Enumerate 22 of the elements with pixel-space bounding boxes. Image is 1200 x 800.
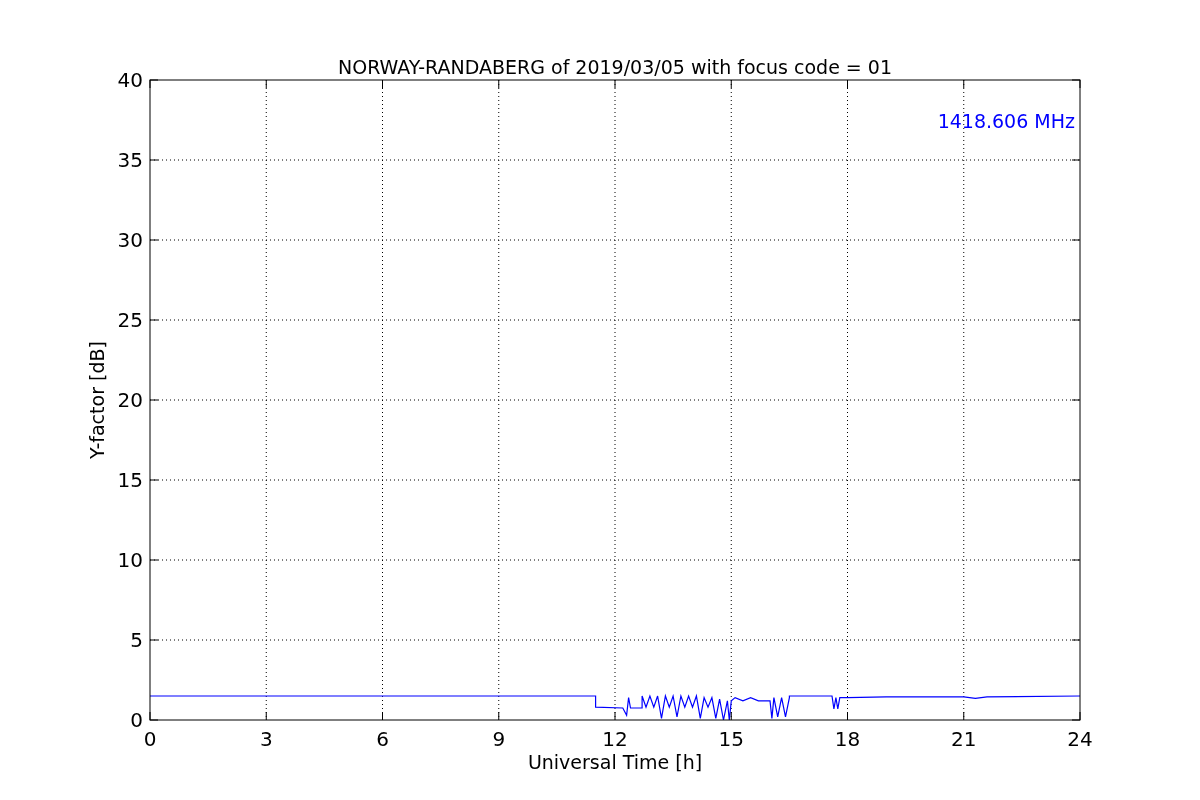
series-label: 1418.606 MHz [937, 110, 1075, 132]
x-tick-label: 9 [492, 727, 506, 751]
x-tick-label: 3 [259, 727, 273, 751]
y-tick-label: 10 [117, 548, 143, 572]
x-axis-label: Universal Time [h] [527, 751, 703, 773]
x-tick-label: 12 [602, 727, 628, 751]
x-tick-label: 18 [834, 727, 861, 751]
x-tick-label: 21 [951, 727, 977, 751]
x-tick-label: 0 [143, 727, 157, 751]
x-tick-label: 15 [718, 727, 744, 751]
x-tick-label: 24 [1067, 727, 1093, 751]
y-tick-label: 15 [117, 468, 143, 492]
y-tick-label: 20 [117, 388, 143, 412]
y-tick-label: 30 [117, 228, 143, 252]
y-tick-label: 35 [117, 148, 143, 172]
y-tick-label: 5 [130, 628, 143, 652]
x-tick-label: 6 [376, 727, 389, 751]
y-tick-label: 0 [130, 708, 143, 732]
y-tick-label: 25 [117, 308, 143, 332]
y-tick-label: 40 [117, 68, 143, 92]
chart-title: NORWAY-RANDABERG of 2019/03/05 with focus code = 01 [338, 56, 892, 78]
y-axis-label: Y-factor [dB] [86, 341, 108, 459]
